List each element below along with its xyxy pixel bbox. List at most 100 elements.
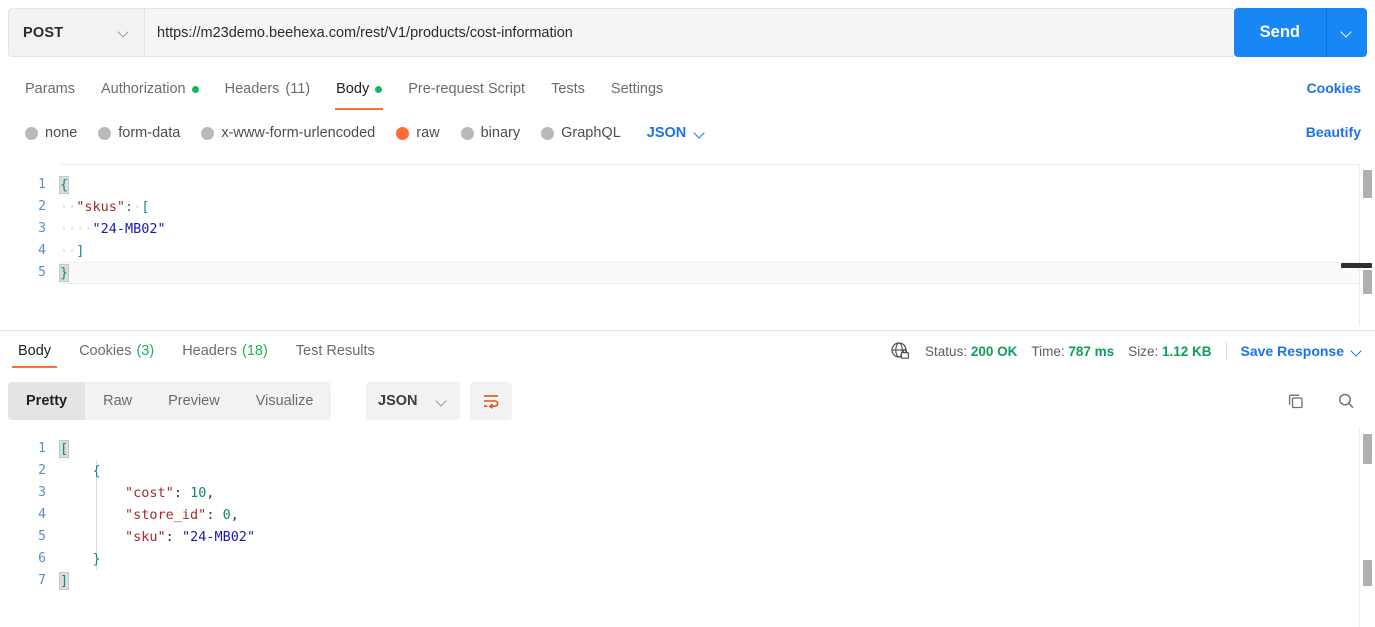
request-tab-authorization[interactable]: Authorization — [88, 68, 212, 110]
tab-label: Settings — [610, 81, 664, 97]
raw-format-select[interactable]: JSON — [647, 125, 707, 141]
response-vertical-scrollbar-secondary[interactable] — [1363, 560, 1372, 586]
search-icon[interactable] — [1335, 390, 1357, 412]
response-tab-headers[interactable]: Headers (18) — [168, 332, 282, 370]
method-url-group: POST https://m23demo.beehexa.com/rest/V1… — [8, 8, 1236, 57]
response-tab-test-results[interactable]: Test Results — [282, 332, 389, 370]
time-value: 787 ms — [1068, 343, 1115, 359]
code-token: { — [58, 176, 70, 194]
tab-label: Headers — [224, 81, 280, 97]
request-horizontal-scrollbar[interactable] — [1341, 263, 1372, 268]
radio-icon[interactable] — [460, 126, 474, 140]
url-text: https://m23demo.beehexa.com/rest/V1/prod… — [157, 24, 573, 41]
body-type-label: form-data — [118, 125, 181, 141]
code-line[interactable]: { — [58, 174, 1375, 196]
code-token: } — [58, 264, 70, 282]
code-token: , — [230, 507, 239, 523]
request-tab-params[interactable]: Params — [12, 68, 88, 110]
request-tabs: Params Authorization Headers (11) Body Pre-re… — [0, 68, 1375, 110]
body-type-x-www-form-urlencoded[interactable]: x-www-form-urlencoded — [192, 125, 384, 141]
body-type-raw[interactable]: raw — [387, 125, 448, 141]
view-mode-preview[interactable]: Preview — [150, 382, 238, 420]
code-line[interactable]: ] — [58, 570, 1375, 592]
request-tab-headers[interactable]: Headers (11) — [212, 68, 324, 110]
code-line[interactable]: [ — [58, 438, 1375, 460]
radio-icon[interactable] — [98, 126, 112, 140]
line-number: 5 — [38, 529, 46, 544]
body-type-radio-group: none form-data x-www-form-urlencoded raw bin… — [0, 112, 1375, 154]
code-token: "24-MB02" — [92, 221, 166, 237]
code-token: , — [206, 485, 215, 501]
word-wrap-button[interactable] — [470, 382, 512, 420]
view-mode-visualize[interactable]: Visualize — [238, 382, 332, 420]
code-line[interactable]: ··] — [60, 240, 1375, 262]
save-response-label: Save Response — [1240, 343, 1345, 359]
radio-icon[interactable] — [25, 126, 38, 140]
response-tab-cookies[interactable]: Cookies (3) — [65, 332, 168, 370]
code-token: ·· — [60, 243, 77, 259]
radio-icon[interactable] — [541, 126, 555, 140]
code-line[interactable]: "store_id": 0, — [60, 504, 1375, 526]
response-vertical-scrollbar[interactable] — [1363, 434, 1372, 464]
line-number: 4 — [38, 507, 46, 522]
send-button-group: Send — [1233, 8, 1367, 57]
tab-badge: (18) — [242, 343, 268, 359]
send-options-button[interactable] — [1327, 8, 1367, 57]
code-line[interactable]: } — [60, 548, 1375, 570]
code-line[interactable]: "cost": 10, — [60, 482, 1375, 504]
chevron-down-icon — [119, 27, 130, 38]
view-mode-raw[interactable]: Raw — [85, 382, 150, 420]
tab-label: Pre-request Script — [408, 81, 526, 97]
view-mode-pretty[interactable]: Pretty — [8, 382, 86, 420]
body-type-binary[interactable]: binary — [452, 125, 530, 141]
request-vertical-scrollbar-secondary[interactable] — [1363, 270, 1372, 294]
url-input[interactable]: https://m23demo.beehexa.com/rest/V1/prod… — [145, 9, 1235, 56]
code-line[interactable]: { — [60, 460, 1375, 482]
tab-badge: (11) — [285, 81, 311, 97]
chevron-down-icon — [695, 128, 706, 139]
response-meta: Status: 200 OK Time: 787 ms Size: 1.12 K… — [889, 332, 1363, 370]
body-type-label: none — [45, 125, 78, 141]
status-value: 200 OK — [970, 343, 1018, 359]
line-number: 3 — [38, 221, 46, 236]
request-tab-tests[interactable]: Tests — [538, 68, 598, 110]
line-number: 2 — [38, 463, 46, 478]
response-toolbar: Pretty Raw Preview Visualize JSON — [0, 374, 1375, 428]
tab-label: Body — [18, 343, 52, 359]
request-body-editor[interactable]: 12345 {··"skus":·[····"24-MB02" ··]} — [0, 164, 1375, 326]
response-tab-body[interactable]: Body — [4, 332, 65, 370]
code-line[interactable]: ··"skus":·[ — [60, 196, 1375, 218]
response-tabs: Body Cookies (3) Headers (18) Test Results St… — [0, 332, 1375, 370]
response-code-area[interactable]: [ { "cost": 10, "store_id": 0, "sku": "2… — [58, 428, 1375, 627]
response-format-select[interactable]: JSON — [366, 382, 460, 420]
cookies-link[interactable]: Cookies — [1307, 80, 1361, 96]
response-body-editor[interactable]: 1 2 3 4 5 6 7 [ { "cost": 10, "store_id": 0, "… — [0, 428, 1375, 627]
send-button[interactable]: Send — [1233, 8, 1327, 57]
word-wrap-icon — [484, 395, 499, 409]
radio-icon[interactable] — [396, 126, 410, 140]
http-method-select[interactable]: POST — [9, 9, 145, 56]
body-type-form-data[interactable]: form-data — [89, 125, 189, 141]
code-line[interactable]: "sku": "24-MB02" — [60, 526, 1375, 548]
line-number: 1 — [38, 441, 46, 456]
radio-icon[interactable] — [201, 126, 215, 140]
code-token: [ — [141, 199, 150, 215]
body-type-row: none form-data x-www-form-urlencoded raw bin… — [0, 112, 1375, 154]
tab-label: Headers — [182, 343, 237, 359]
beautify-link[interactable]: Beautify — [1306, 124, 1361, 140]
code-line[interactable]: } — [58, 262, 1375, 284]
code-token: "skus" — [76, 199, 126, 215]
body-type-none[interactable]: none — [16, 125, 86, 141]
request-tab-settings[interactable]: Settings — [598, 68, 676, 110]
line-number: 5 — [38, 265, 46, 280]
request-code-area[interactable]: { ··"skus":·[····"24-MB02" ··]} — [58, 164, 1375, 326]
request-tab-body[interactable]: Body — [323, 68, 395, 110]
request-tab-pre-request-script[interactable]: Pre-request Script — [395, 68, 538, 110]
line-number: 1 — [38, 177, 46, 192]
body-type-graphql[interactable]: GraphQL — [532, 125, 630, 141]
copy-icon[interactable] — [1285, 390, 1307, 412]
request-vertical-scrollbar[interactable] — [1363, 170, 1372, 198]
code-line[interactable]: ····"24-MB02" — [60, 218, 1375, 240]
code-token: ] — [58, 572, 70, 590]
save-response-button[interactable]: Save Response — [1241, 343, 1364, 359]
